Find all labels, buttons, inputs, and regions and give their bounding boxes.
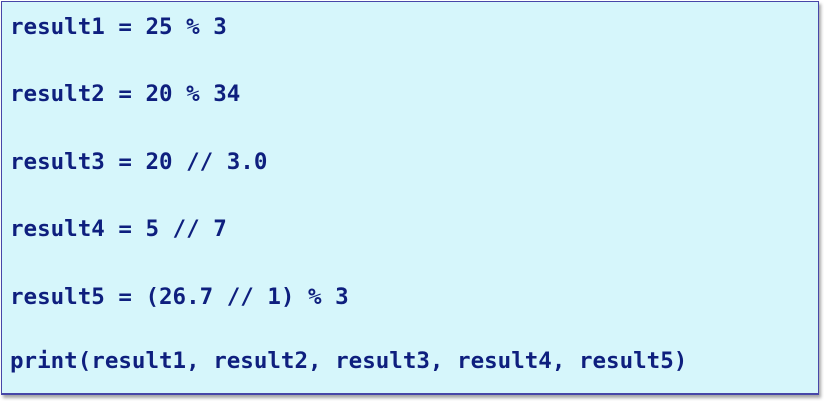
- code-line-4: result4 = 5 // 7: [10, 216, 227, 242]
- code-line-5: result5 = (26.7 // 1) % 3: [10, 284, 349, 310]
- code-line-2: result2 = 20 % 34: [10, 81, 241, 107]
- code-box: result1 = 25 % 3 result2 = 20 % 34 resul…: [1, 1, 819, 395]
- code-line-1: result1 = 25 % 3: [10, 14, 227, 40]
- code-line-3: result3 = 20 // 3.0: [10, 149, 268, 175]
- code-line-6: print(result1, result2, result3, result4…: [10, 348, 688, 374]
